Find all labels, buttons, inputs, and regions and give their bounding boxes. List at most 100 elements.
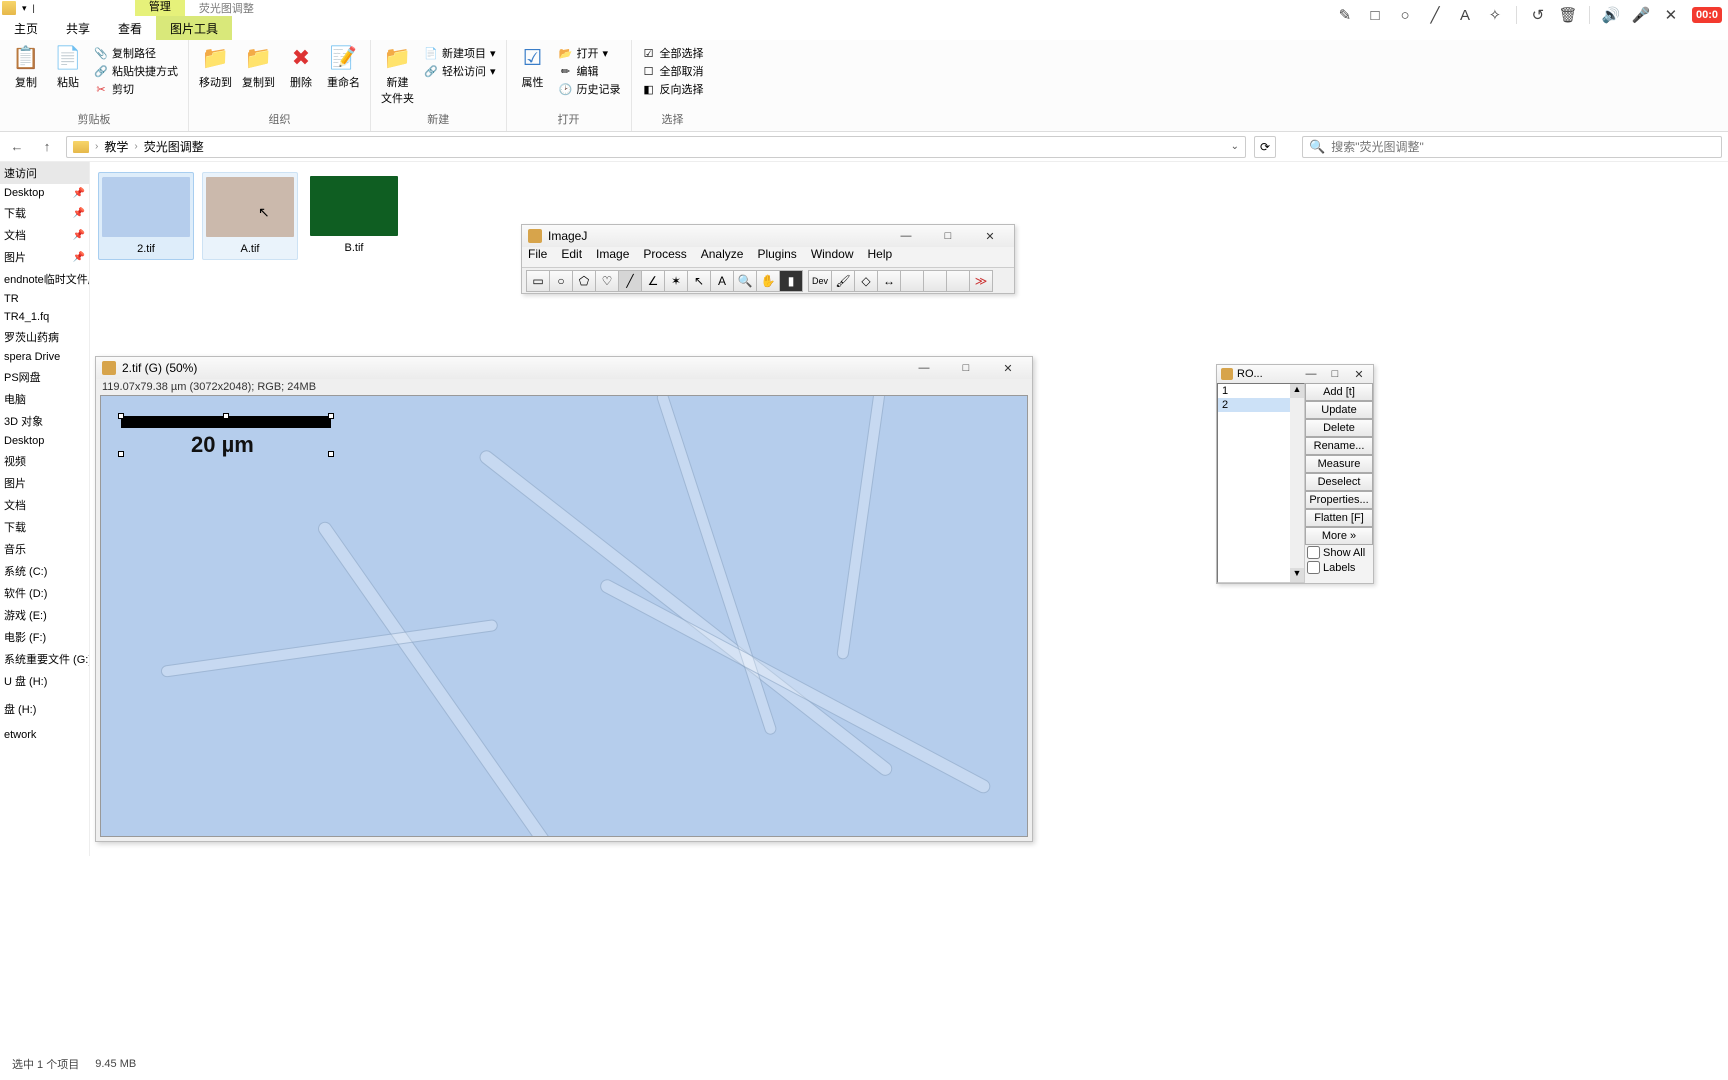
sidebar-item[interactable]: 软件 (D:) xyxy=(0,582,89,604)
chevron-down-icon[interactable]: ▾ xyxy=(22,3,27,14)
chevron-right-icon[interactable]: › xyxy=(95,141,98,152)
polygon-tool-icon[interactable]: ⬠ xyxy=(572,270,596,292)
edit-button[interactable]: ✏编辑 xyxy=(559,62,621,80)
new-folder-button[interactable]: 📁新建 文件夹 xyxy=(381,44,414,106)
sidebar-item[interactable]: Desktop xyxy=(0,432,89,450)
roi-add-button[interactable]: Add [t] xyxy=(1305,383,1373,401)
square-icon[interactable]: □ xyxy=(1366,6,1384,24)
roi-flatten-button[interactable]: Flatten [F] xyxy=(1305,509,1373,527)
invert-selection-button[interactable]: ◧反向选择 xyxy=(642,80,704,98)
new-item-button[interactable]: 📄新建项目 ▾ xyxy=(424,44,496,62)
cut-button[interactable]: ✂剪切 xyxy=(94,80,178,98)
roi-deselect-button[interactable]: Deselect xyxy=(1305,473,1373,491)
crumb-parent[interactable]: 教学 xyxy=(104,138,128,155)
tab-share[interactable]: 共享 xyxy=(52,16,104,40)
tab-view[interactable]: 查看 xyxy=(104,16,156,40)
chevron-right-icon[interactable]: › xyxy=(134,141,137,152)
copy-button[interactable]: 📋复制 xyxy=(10,44,42,90)
undo-icon[interactable]: ↺ xyxy=(1529,6,1547,24)
select-all-button[interactable]: ☑全部选择 xyxy=(642,44,704,62)
crumb-current[interactable]: 荧光图调整 xyxy=(144,138,204,155)
copy-to-button[interactable]: 📁复制到 xyxy=(242,44,275,90)
selection-handle[interactable] xyxy=(118,451,124,457)
minimize-button[interactable]: — xyxy=(888,227,924,245)
rect-tool-icon[interactable]: ▭ xyxy=(526,270,550,292)
more-tools-icon[interactable]: ≫ xyxy=(969,270,993,292)
sidebar-item[interactable]: 音乐 xyxy=(0,538,89,560)
close-icon[interactable]: ✕ xyxy=(1662,6,1680,24)
sidebar-item[interactable]: TR xyxy=(0,290,89,308)
copy-path-button[interactable]: 📎复制路径 xyxy=(94,44,178,62)
menu-help[interactable]: Help xyxy=(868,247,893,267)
blank-tool[interactable] xyxy=(923,270,947,292)
image-canvas[interactable]: 20 µm xyxy=(100,395,1028,837)
roi-showall-checkbox[interactable]: Show All xyxy=(1305,545,1373,560)
sidebar-item[interactable]: etwork xyxy=(0,726,89,744)
text-tool-icon[interactable]: A xyxy=(710,270,734,292)
menu-plugins[interactable]: Plugins xyxy=(757,247,796,267)
tab-picture-tools[interactable]: 图片工具 xyxy=(156,16,232,40)
sidebar-item[interactable]: Desktop📌 xyxy=(0,184,89,202)
line-tool-icon[interactable]: ╱ xyxy=(618,270,642,292)
sidebar-item[interactable]: TR4_1.fq xyxy=(0,308,89,326)
sidebar-item[interactable]: 系统重要文件 (G:) xyxy=(0,648,89,670)
sidebar-item[interactable]: 电脑 xyxy=(0,388,89,410)
menu-edit[interactable]: Edit xyxy=(561,247,582,267)
brush-tool-icon[interactable]: 🖌 xyxy=(831,270,855,292)
pencil-icon[interactable]: ✎ xyxy=(1336,6,1354,24)
mic-icon[interactable]: 🎤 xyxy=(1632,6,1650,24)
trash-icon[interactable]: 🗑 xyxy=(1559,6,1577,24)
speaker-icon[interactable]: 🔊 xyxy=(1602,6,1620,24)
sidebar-item[interactable]: 图片📌 xyxy=(0,246,89,268)
sidebar-item[interactable]: 电影 (F:) xyxy=(0,626,89,648)
paste-shortcut-button[interactable]: 🔗粘贴快捷方式 xyxy=(94,62,178,80)
line-icon[interactable]: ╱ xyxy=(1426,6,1444,24)
sidebar-item[interactable]: 下载📌 xyxy=(0,202,89,224)
maximize-button[interactable]: □ xyxy=(1325,365,1345,383)
history-button[interactable]: 🕑历史记录 xyxy=(559,80,621,98)
sidebar-item[interactable]: spera Drive xyxy=(0,348,89,366)
imagej-titlebar[interactable]: ImageJ — □ ✕ xyxy=(522,225,1014,247)
selection-handle[interactable] xyxy=(118,413,124,419)
scroll-down-icon[interactable]: ▼ xyxy=(1290,568,1304,582)
menu-analyze[interactable]: Analyze xyxy=(701,247,744,267)
menu-file[interactable]: File xyxy=(528,247,547,267)
file-thumbnail[interactable]: 2.tif xyxy=(98,172,194,260)
sidebar-item[interactable]: PS网盘 xyxy=(0,366,89,388)
hand-tool-icon[interactable]: ✋ xyxy=(756,270,780,292)
sidebar-item[interactable]: 文档 xyxy=(0,494,89,516)
refresh-button[interactable]: ⟳ xyxy=(1254,136,1276,158)
minimize-button[interactable]: — xyxy=(906,359,942,377)
roi-labels-checkbox[interactable]: Labels xyxy=(1305,560,1373,575)
point-tool-icon[interactable]: ✶ xyxy=(664,270,688,292)
sidebar-item[interactable]: 游戏 (E:) xyxy=(0,604,89,626)
angle-tool-icon[interactable]: ∠ xyxy=(641,270,665,292)
paste-button[interactable]: 📄粘贴 xyxy=(52,44,84,90)
sidebar-item[interactable]: 文档📌 xyxy=(0,224,89,246)
delete-button[interactable]: ✖删除 xyxy=(285,44,317,90)
open-button[interactable]: 📂打开 ▾ xyxy=(559,44,621,62)
menu-image[interactable]: Image xyxy=(596,247,629,267)
sidebar-item[interactable]: 图片 xyxy=(0,472,89,494)
image-titlebar[interactable]: 2.tif (G) (50%) — □ ✕ xyxy=(96,357,1032,379)
roi-properties-button[interactable]: Properties... xyxy=(1305,491,1373,509)
close-button[interactable]: ✕ xyxy=(990,359,1026,377)
file-thumbnail[interactable]: B.tif xyxy=(306,172,402,258)
maximize-button[interactable]: □ xyxy=(948,359,984,377)
sidebar-item[interactable]: 下载 xyxy=(0,516,89,538)
sidebar-item[interactable]: 速访问 xyxy=(0,162,89,184)
roi-delete-button[interactable]: Delete xyxy=(1305,419,1373,437)
sidebar-item[interactable]: 3D 对象 xyxy=(0,410,89,432)
roi-manager-window[interactable]: RO... — □ ✕ 1 2 ▲ ▼ Add [t] Update Delet… xyxy=(1216,364,1374,584)
roi-rename-button[interactable]: Rename... xyxy=(1305,437,1373,455)
flood-tool-icon[interactable]: ◇ xyxy=(854,270,878,292)
sidebar-item[interactable]: 系统 (C:) xyxy=(0,560,89,582)
arrow-tool-icon[interactable]: ↔ xyxy=(877,270,901,292)
roi-titlebar[interactable]: RO... — □ ✕ xyxy=(1217,365,1373,383)
blank-tool[interactable] xyxy=(946,270,970,292)
easy-access-button[interactable]: 🔗轻松访问 ▾ xyxy=(424,62,496,80)
text-icon[interactable]: A xyxy=(1456,6,1474,24)
tab-home[interactable]: 主页 xyxy=(0,16,52,40)
selection-handle[interactable] xyxy=(223,413,229,419)
search-input[interactable] xyxy=(1331,140,1715,154)
